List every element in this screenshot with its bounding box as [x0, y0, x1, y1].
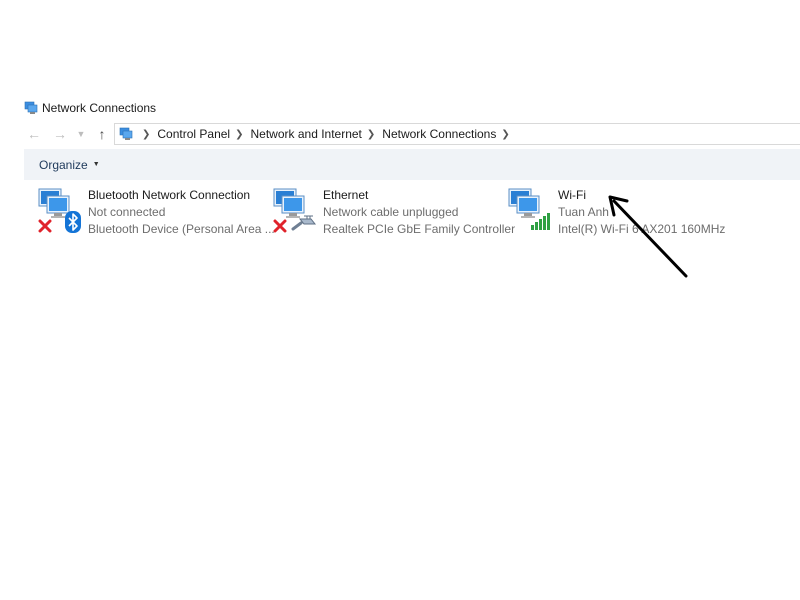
bluetooth-connection-icon: [38, 187, 82, 233]
connection-item-ethernet[interactable]: Ethernet Network cable unplugged Realtek…: [273, 187, 515, 238]
chevron-right-icon[interactable]: ❯: [235, 129, 243, 140]
connection-name: Ethernet: [323, 188, 369, 202]
network-connections-window: Network Connections ← → ▼ ↑ ❯ Control Pa…: [0, 0, 800, 600]
command-bar: Organize ▼: [24, 149, 800, 180]
ethernet-connection-icon: [273, 187, 317, 233]
caret-down-icon: ▼: [92, 161, 100, 168]
connection-details: Bluetooth Network Connection Not connect…: [88, 187, 275, 238]
bluetooth-icon: [65, 211, 81, 233]
connection-device: Realtek PCIe GbE Family Controller: [323, 222, 516, 236]
connection-details: Ethernet Network cable unplugged Realtek…: [323, 187, 515, 238]
connection-status: Network cable unplugged: [323, 205, 459, 219]
control-panel-icon: [119, 127, 133, 140]
chevron-down-icon: ▼: [76, 129, 86, 139]
recent-locations-button[interactable]: ▼: [76, 124, 86, 144]
arrow-left-icon: ←: [27, 126, 41, 142]
connection-device: Bluetooth Device (Personal Area ...: [88, 222, 275, 236]
connection-status: Not connected: [88, 205, 166, 219]
back-button[interactable]: ←: [24, 124, 44, 144]
chevron-right-icon[interactable]: ❯: [367, 129, 375, 140]
network-connections-icon: [24, 101, 38, 114]
wifi-connection-icon: [508, 187, 552, 233]
disconnected-x-icon: [38, 219, 52, 233]
breadcrumb-network-and-internet[interactable]: Network and Internet: [251, 127, 362, 141]
connection-name: Bluetooth Network Connection: [88, 188, 251, 202]
forward-button[interactable]: →: [50, 124, 70, 144]
navigation-bar: ← → ▼ ↑ ❯ Control Panel ❯ Network and In…: [24, 123, 800, 145]
breadcrumb-network-connections[interactable]: Network Connections: [382, 127, 496, 141]
organize-button[interactable]: Organize ▼: [39, 158, 100, 172]
organize-label: Organize: [39, 157, 88, 172]
chevron-right-icon[interactable]: ❯: [501, 129, 509, 140]
window-title: Network Connections: [42, 101, 157, 115]
disconnected-x-icon: [273, 219, 287, 233]
arrow-up-icon: ↑: [98, 126, 106, 142]
network-cable-icon: [291, 215, 317, 231]
address-bar[interactable]: ❯ Control Panel ❯ Network and Internet ❯…: [114, 123, 800, 145]
chevron-right-icon[interactable]: ❯: [142, 129, 150, 140]
connection-item-bluetooth[interactable]: Bluetooth Network Connection Not connect…: [38, 187, 275, 238]
breadcrumb-control-panel[interactable]: Control Panel: [157, 127, 230, 141]
signal-bars-icon: [531, 213, 550, 230]
up-button[interactable]: ↑: [92, 124, 112, 144]
arrow-right-icon: →: [53, 126, 67, 142]
annotation-arrow-icon: [608, 195, 688, 278]
title-bar: Network Connections: [24, 99, 156, 117]
